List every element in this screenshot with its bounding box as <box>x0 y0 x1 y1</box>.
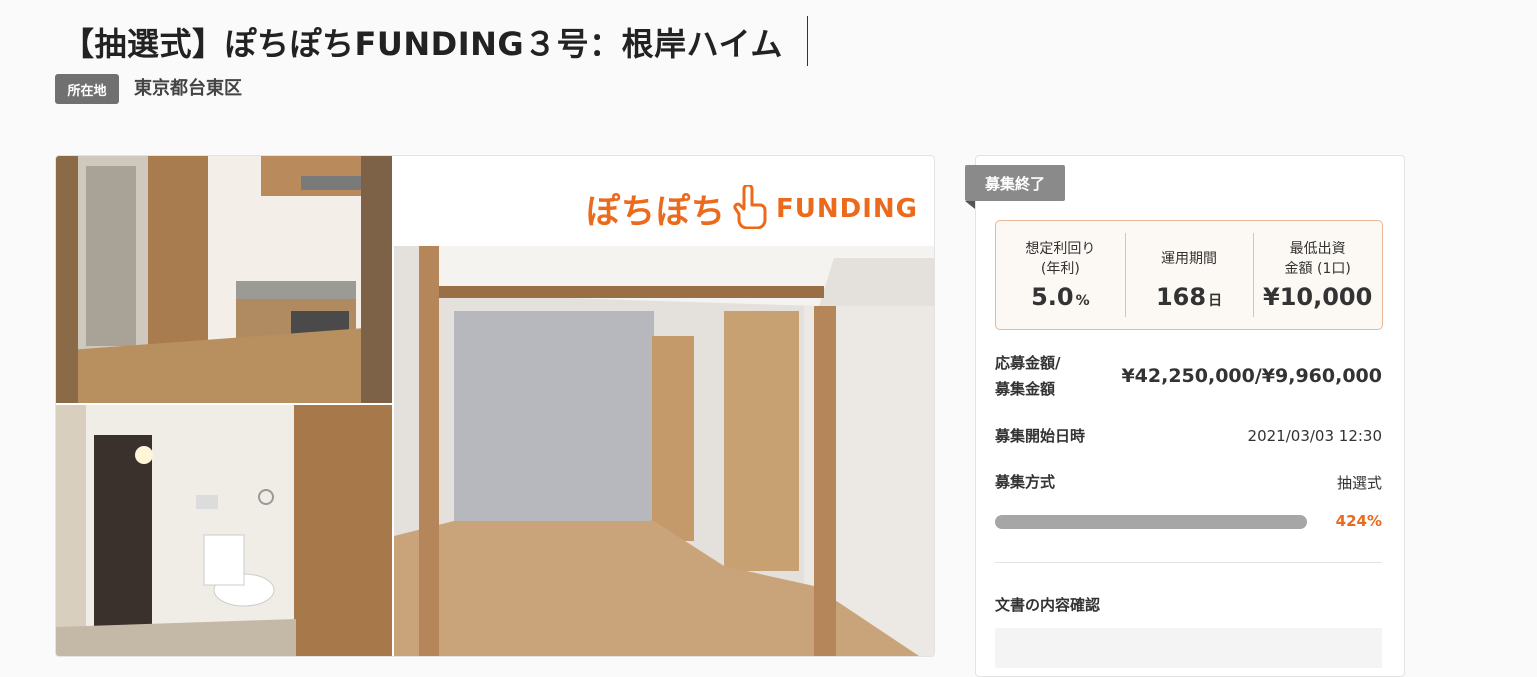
metric-min-investment-label: 最低出資 金額 (1口) <box>1284 241 1351 277</box>
brand-logo: ぽちぽち FUNDING <box>586 183 918 233</box>
page-title: 【抽選式】ぽちぽちFUNDING３号：根岸ハイム <box>62 25 783 63</box>
key-metrics-box: 想定利回り (年利) 5.0% 運用期間 168 日 最低出資 金額 (1口) ¥… <box>995 220 1383 330</box>
pointer-hand-icon <box>732 183 768 233</box>
property-photo-gallery[interactable]: ぽちぽち FUNDING <box>55 155 935 657</box>
document-section-title: 文書の内容確認 <box>995 596 1101 614</box>
metric-yield-value: 5.0% <box>1031 283 1090 311</box>
status-badge: 募集終了 <box>965 165 1065 201</box>
divider <box>995 562 1382 563</box>
method-row: 募集方式 抽選式 <box>995 469 1382 495</box>
metric-yield-label: 想定利回り (年利) <box>1025 241 1096 277</box>
toilet-photo[interactable] <box>56 405 392 656</box>
metric-period-value: 168 日 <box>1155 283 1223 311</box>
metric-yield: 想定利回り (年利) 5.0% <box>996 221 1125 329</box>
start-date-row: 募集開始日時 2021/03/03 12:30 <box>995 423 1382 449</box>
brand-logo-word: FUNDING <box>776 193 918 224</box>
start-date-value: 2021/03/03 12:30 <box>1247 427 1382 445</box>
method-value: 抽選式 <box>1336 473 1382 492</box>
start-date-label: 募集開始日時 <box>995 427 1086 445</box>
amount-value: ¥42,250,000/¥9,960,000 <box>1121 365 1382 387</box>
amount-row: 応募金額/ 募集金額 ¥42,250,000/¥9,960,000 <box>995 350 1382 402</box>
progress-bar <box>995 515 1307 529</box>
progress-bar-fill <box>995 515 1307 529</box>
document-list[interactable] <box>995 628 1382 668</box>
method-label: 募集方式 <box>995 473 1056 491</box>
amount-label: 応募金額/ 募集金額 <box>995 354 1061 398</box>
location-badge: 所在地 <box>55 74 119 104</box>
progress-percent: 424% <box>1335 512 1382 530</box>
status-badge-fold <box>965 201 975 209</box>
metric-min-investment: 最低出資 金額 (1口) ¥10,000 <box>1253 221 1382 329</box>
text-cursor <box>807 16 808 66</box>
room-photo[interactable] <box>394 246 934 656</box>
metric-min-investment-value: ¥10,000 <box>1263 283 1373 311</box>
metric-period-label: 運用期間 <box>1161 251 1217 267</box>
kitchen-photo[interactable] <box>56 156 392 403</box>
brand-logo-kana: ぽちぽち <box>586 192 726 232</box>
location-value: 東京都台東区 <box>134 78 242 99</box>
metric-period: 運用期間 168 日 <box>1124 221 1254 329</box>
